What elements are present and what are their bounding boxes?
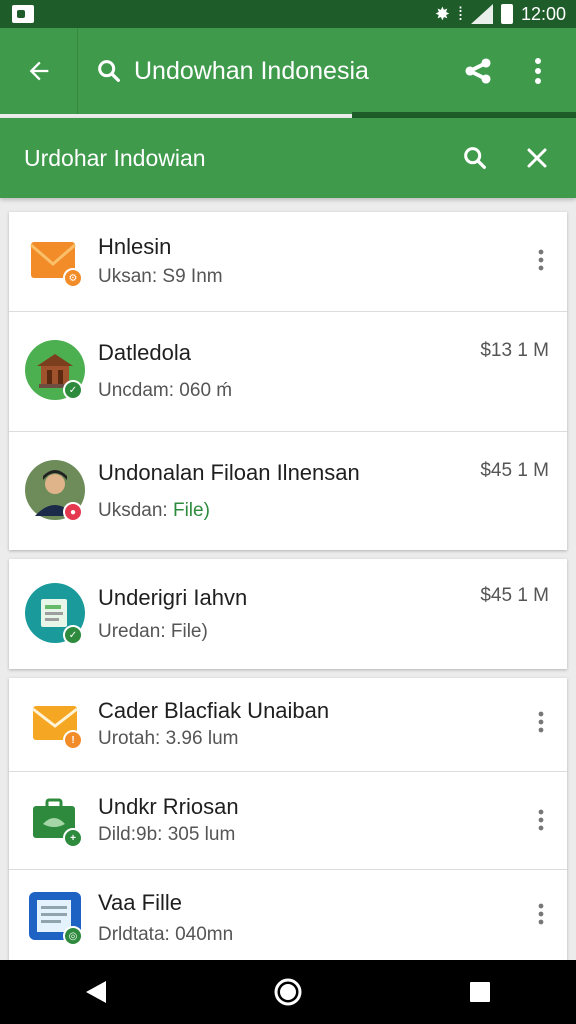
nav-back-button[interactable] <box>64 960 128 1024</box>
list-item[interactable]: ◎ Vaa Fille Drldtata: 040mn <box>9 870 567 962</box>
list-item[interactable]: ✓ Underigri Iahvn Uredan: File) $45 1 M <box>9 559 567 669</box>
list-item[interactable]: + Undkr Rriosan Dild:9b: 305 lum <box>9 772 567 870</box>
item-title: Cader Blacfiak Unaiban <box>98 698 330 723</box>
item-subtitle-prefix: Uksdan: <box>98 500 173 521</box>
list-item[interactable]: ✓ Datledola Uncdam: 060 ḿ $13 1 M <box>9 312 567 432</box>
item-menu-button[interactable] <box>529 702 553 742</box>
item-title: Underigri Iahvn <box>98 585 248 610</box>
item-menu-button[interactable] <box>529 240 553 280</box>
item-subtitle-link[interactable]: File) <box>173 500 210 521</box>
item-title: Undonalan Filoan Ilnensan <box>98 460 360 485</box>
home-circle-icon <box>274 978 302 1006</box>
item-subtitle: Dild:9b: 305 lum <box>98 824 236 845</box>
search-query: Undowhan Indonesia <box>134 56 369 85</box>
status-badge: ! <box>63 730 83 750</box>
item-title: Undkr Rriosan <box>98 794 239 819</box>
app-bar: Undowhan Indonesia <box>0 28 576 114</box>
nav-home-button[interactable] <box>256 960 320 1024</box>
email-icon: ! <box>25 694 85 754</box>
back-button[interactable] <box>0 28 78 114</box>
share-button[interactable] <box>448 41 508 101</box>
list-item[interactable]: ! Cader Blacfiak Unaiban Urotah: 3.96 lu… <box>9 678 567 772</box>
back-arrow-icon <box>29 61 48 81</box>
overflow-menu-button[interactable] <box>508 41 568 101</box>
battery-icon <box>500 4 513 24</box>
nav-recents-button[interactable] <box>448 960 512 1024</box>
list-item[interactable]: ● Undonalan Filoan Ilnensan Uksdan: File… <box>9 432 567 550</box>
more-vert-icon <box>538 249 544 271</box>
person-avatar: ● <box>25 460 85 522</box>
search-icon <box>92 54 126 88</box>
item-menu-button[interactable] <box>529 800 553 840</box>
result-card: ⚙ Hnlesin Uksan: S9 Inm ✓ Datledola Uncd… <box>9 212 567 550</box>
status-badge: ✓ <box>63 625 83 645</box>
item-subtitle: Uredan: File) <box>98 621 208 642</box>
sub-bar-title: Urdohar Indowian <box>24 144 206 171</box>
status-badge: + <box>63 828 83 848</box>
status-badge: ◎ <box>63 926 83 946</box>
more-vert-icon <box>538 711 544 733</box>
item-subtitle: Uksdan: File) <box>98 500 210 522</box>
status-badge: ● <box>63 502 83 522</box>
item-price: $45 1 M <box>480 585 549 606</box>
email-icon: ⚙ <box>25 232 85 292</box>
list-item[interactable]: ⚙ Hnlesin Uksan: S9 Inm <box>9 212 567 312</box>
vibrate-icon: ⁞ <box>457 3 463 24</box>
file-icon: ◎ <box>25 886 85 946</box>
document-icon: ✓ <box>25 583 85 645</box>
more-vert-icon <box>538 903 544 925</box>
back-triangle-icon <box>86 981 106 1003</box>
sub-bar: Urdohar Indowian <box>0 118 576 198</box>
item-menu-button[interactable] <box>529 894 553 934</box>
wifi-icon: ✸ <box>434 3 450 24</box>
more-vert-icon <box>535 58 541 84</box>
item-title: Datledola <box>98 340 191 365</box>
result-card: ✓ Underigri Iahvn Uredan: File) $45 1 M <box>9 559 567 669</box>
close-button[interactable] <box>506 127 568 189</box>
search-icon <box>464 147 486 169</box>
item-subtitle: Drldtata: 040mn <box>98 924 234 945</box>
building-icon: ✓ <box>25 340 85 400</box>
item-title: Vaa Fille <box>98 890 182 915</box>
search-field[interactable]: Undowhan Indonesia <box>78 54 448 88</box>
system-nav-bar <box>0 960 576 1024</box>
status-time: 12:00 <box>520 3 566 24</box>
item-subtitle: Uksan: S9 Inm <box>98 266 223 287</box>
briefcase-icon: + <box>25 790 85 850</box>
status-bar: ✸ ⁞ 12:00 <box>0 0 576 28</box>
more-vert-icon <box>538 809 544 831</box>
sub-search-button[interactable] <box>444 127 506 189</box>
item-subtitle: Urotah: 3.96 lum <box>98 728 239 749</box>
signal-icon <box>470 4 493 24</box>
status-badge: ⚙ <box>63 268 83 288</box>
item-price: $13 1 M <box>480 340 549 361</box>
item-subtitle: Uncdam: 060 ḿ <box>98 380 233 401</box>
recents-square-icon <box>470 982 490 1002</box>
close-icon <box>527 148 547 168</box>
item-title: Hnlesin <box>98 234 172 259</box>
result-card: ! Cader Blacfiak Unaiban Urotah: 3.96 lu… <box>9 678 567 962</box>
share-icon <box>465 58 491 84</box>
status-badge: ✓ <box>63 380 83 400</box>
item-price: $45 1 M <box>480 460 549 481</box>
notification-icon <box>12 5 34 23</box>
